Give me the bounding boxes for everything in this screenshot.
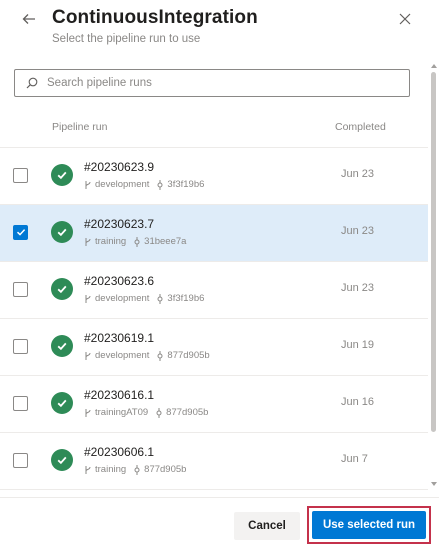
branch-name: development — [95, 179, 150, 190]
row-checkbox[interactable] — [13, 396, 28, 411]
branch-icon — [84, 408, 92, 418]
pipeline-run-row[interactable]: #20230606.1 training 877d905b Jun 7 — [0, 432, 428, 489]
commit-hash: 31beee7a — [144, 236, 187, 247]
commit-hash: 3f3f19b6 — [167, 293, 205, 304]
row-checkbox[interactable] — [13, 282, 28, 297]
commit-icon — [133, 236, 141, 247]
close-icon — [399, 12, 411, 30]
pipeline-run-row[interactable]: #20230619.1 development 877d905b Jun 19 — [0, 318, 428, 375]
pipeline-run-row[interactable]: #20230623.6 development 3f3f19b6 Jun 23 — [0, 261, 428, 318]
commit-hash: 877d905b — [144, 464, 187, 475]
run-number: #20230616.1 — [84, 388, 155, 402]
commit-hash: 3f3f19b6 — [167, 179, 205, 190]
run-details: development 877d905b — [84, 350, 210, 361]
row-checkbox[interactable] — [13, 453, 28, 468]
dialog-title: ContinuousIntegration — [52, 7, 258, 28]
success-status-icon — [51, 164, 73, 186]
dialog-footer: Cancel Use selected run — [0, 497, 439, 544]
success-status-icon — [51, 335, 73, 357]
run-details: development 3f3f19b6 — [84, 179, 204, 190]
search-box[interactable] — [14, 69, 410, 97]
run-number: #20230606.1 — [84, 445, 155, 459]
scroll-down-icon[interactable] — [431, 482, 437, 486]
branch-icon — [84, 237, 92, 247]
pipeline-run-list: #20230623.9 development 3f3f19b6 Jun 23 #202… — [0, 147, 428, 497]
arrow-left-icon — [22, 12, 36, 31]
branch-name: training — [95, 464, 127, 475]
commit-icon — [156, 350, 164, 361]
run-details: development 3f3f19b6 — [84, 293, 204, 304]
branch-name: trainingAT09 — [95, 407, 149, 418]
success-status-icon — [51, 221, 73, 243]
commit-icon — [133, 464, 141, 475]
commit-hash: 877d905b — [167, 350, 210, 361]
row-checkbox[interactable] — [13, 339, 28, 354]
run-details: training 877d905b — [84, 464, 186, 475]
run-number: #20230623.9 — [84, 160, 155, 174]
list-scrollbar[interactable] — [428, 62, 439, 494]
column-header-pipeline-run: Pipeline run — [52, 121, 108, 133]
branch-name: development — [95, 293, 150, 304]
pipeline-run-row[interactable]: #20230623.9 development 3f3f19b6 Jun 23 — [0, 147, 428, 204]
pipeline-run-row[interactable]: #20230508.1 — [0, 489, 428, 497]
dialog-subtitle: Select the pipeline run to use — [52, 33, 201, 45]
run-number: #20230623.6 — [84, 274, 155, 288]
completed-date: Jun 23 — [341, 282, 375, 294]
branch-icon — [84, 180, 92, 190]
cancel-button[interactable]: Cancel — [234, 512, 300, 540]
completed-date: Jun 16 — [341, 396, 375, 408]
back-button[interactable] — [18, 10, 40, 32]
commit-icon — [155, 407, 163, 418]
branch-name: training — [95, 236, 127, 247]
close-button[interactable] — [394, 10, 416, 32]
column-header-completed: Completed — [335, 121, 386, 133]
commit-icon — [156, 293, 164, 304]
commit-hash: 877d905b — [166, 407, 209, 418]
run-details: training 31beee7a — [84, 236, 186, 247]
branch-icon — [84, 465, 92, 475]
run-number: #20230619.1 — [84, 331, 155, 345]
scroll-up-icon[interactable] — [431, 64, 437, 68]
branch-icon — [84, 351, 92, 361]
commit-icon — [156, 179, 164, 190]
branch-icon — [84, 294, 92, 304]
completed-date: Jun 23 — [341, 225, 375, 237]
use-selected-run-button[interactable]: Use selected run — [312, 511, 426, 539]
pipeline-run-row[interactable]: #20230623.7 training 31beee7a Jun 23 — [0, 204, 428, 261]
success-status-icon — [51, 278, 73, 300]
row-checkbox[interactable] — [13, 168, 28, 183]
checkmark-icon — [16, 224, 26, 242]
run-details: trainingAT09 877d905b — [84, 407, 208, 418]
dialog-header: ContinuousIntegration Select the pipelin… — [0, 0, 439, 60]
success-status-icon — [51, 449, 73, 471]
search-input[interactable] — [47, 77, 387, 89]
success-status-icon — [51, 392, 73, 414]
run-number: #20230623.7 — [84, 217, 155, 231]
completed-date: Jun 19 — [341, 339, 375, 351]
scroll-thumb[interactable] — [431, 72, 436, 432]
completed-date: Jun 23 — [341, 168, 375, 180]
branch-name: development — [95, 350, 150, 361]
pipeline-run-row[interactable]: #20230616.1 trainingAT09 877d905b Jun 16 — [0, 375, 428, 432]
row-checkbox[interactable] — [13, 225, 28, 240]
completed-date: Jun 7 — [341, 453, 368, 465]
search-icon — [25, 76, 39, 90]
